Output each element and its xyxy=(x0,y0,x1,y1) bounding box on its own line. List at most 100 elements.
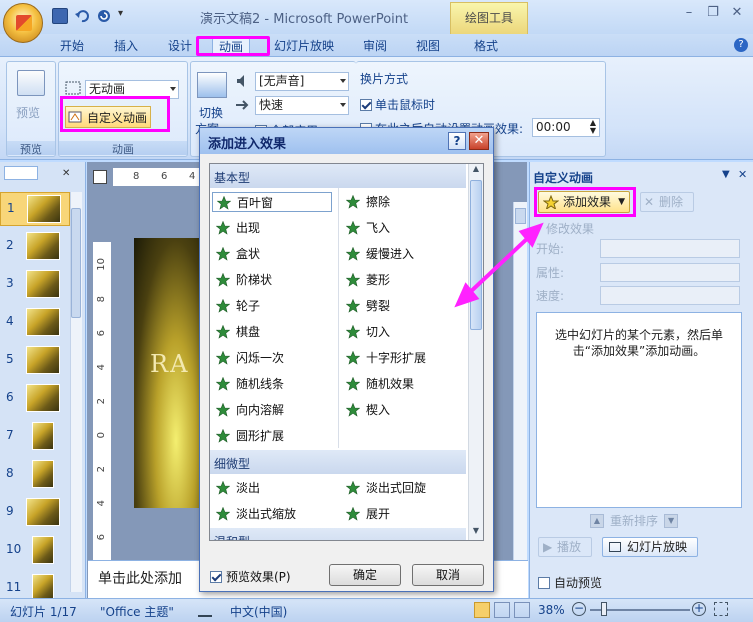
pane-menu-icon[interactable]: ▼ xyxy=(722,169,730,180)
undo-icon[interactable] xyxy=(74,8,90,24)
slide-thumb[interactable]: 7 xyxy=(0,420,70,454)
effect-item[interactable]: 飞入 xyxy=(342,218,462,238)
tab-format[interactable]: 格式 xyxy=(468,37,504,56)
dialog-help-button[interactable]: ? xyxy=(448,132,466,150)
tab-slideshow[interactable]: 幻灯片放映 xyxy=(268,37,340,56)
effect-item[interactable]: 十字形扩展 xyxy=(342,348,462,368)
remove-button[interactable]: ✕ 删除 xyxy=(640,192,694,212)
editor-scroll-thumb[interactable] xyxy=(515,208,526,224)
slideshow-icon xyxy=(609,542,621,552)
office-button[interactable] xyxy=(3,3,43,43)
slide-thumb[interactable]: 10 xyxy=(0,534,70,568)
slide-image[interactable]: RA xyxy=(134,238,204,508)
effect-item[interactable]: 擦除 xyxy=(342,192,462,212)
tab-stop-icon[interactable] xyxy=(93,170,107,184)
scroll-down-icon[interactable]: ▼ xyxy=(469,526,483,540)
dialog-close-button[interactable]: ✕ xyxy=(469,132,489,150)
slide-thumbnail-image xyxy=(32,422,54,450)
after-time-spinner[interactable]: 00:00 ▲ ▼ xyxy=(532,118,600,137)
autopreview-checkbox[interactable]: 自动预览 xyxy=(538,574,602,591)
property-dropdown[interactable] xyxy=(600,263,740,282)
effect-item[interactable]: 棋盘 xyxy=(212,322,332,342)
minimize-button[interactable]: – xyxy=(680,6,698,20)
effect-item[interactable]: 圆形扩展 xyxy=(212,426,332,446)
tab-review[interactable]: 审阅 xyxy=(357,37,393,56)
on-click-checkbox[interactable]: 单击鼠标时 xyxy=(360,96,435,113)
effect-item[interactable]: 切入 xyxy=(342,322,462,342)
effect-star-icon xyxy=(216,247,230,261)
slide-thumb[interactable]: 2 xyxy=(0,230,70,264)
effect-item[interactable]: 展开 xyxy=(342,504,462,524)
slide-thumb[interactable]: 9 xyxy=(0,496,70,530)
start-dropdown[interactable] xyxy=(600,239,740,258)
slides-scrollbar[interactable] xyxy=(70,192,82,592)
slideshow-button[interactable]: 幻灯片放映 xyxy=(602,537,698,557)
effect-item[interactable]: 随机效果 xyxy=(342,374,462,394)
redo-icon[interactable] xyxy=(96,8,112,24)
zoom-in-icon[interactable]: + xyxy=(692,602,706,616)
effect-item[interactable]: 阶梯状 xyxy=(212,270,332,290)
switch-scheme-label[interactable]: 切换 xyxy=(199,104,223,121)
slide-thumb[interactable]: 3 xyxy=(0,268,70,302)
effect-star-icon xyxy=(346,195,360,209)
tab-insert[interactable]: 插入 xyxy=(108,37,144,56)
effects-list-scrollbar[interactable]: ▲ ▼ xyxy=(468,164,483,540)
effect-item[interactable]: 楔入 xyxy=(342,400,462,420)
spell-check-icon[interactable] xyxy=(198,603,212,617)
pane-close-icon[interactable]: ✕ xyxy=(738,168,747,181)
effect-item[interactable]: 轮子 xyxy=(212,296,332,316)
effect-item[interactable]: 淡出 xyxy=(212,478,332,498)
category-subtle: 细微型 xyxy=(210,450,466,474)
normal-view-icon[interactable] xyxy=(474,602,490,618)
zoom-slider-thumb[interactable] xyxy=(601,602,607,616)
move-up-icon[interactable]: ▲ xyxy=(590,513,604,528)
restore-button[interactable]: ❐ xyxy=(704,6,722,20)
zoom-level[interactable]: 38% xyxy=(538,603,565,617)
play-button[interactable]: ▶ 播放 xyxy=(538,537,592,557)
slide-thumb[interactable]: 5 xyxy=(0,344,70,378)
fit-window-icon[interactable] xyxy=(714,602,728,616)
slideshow-view-icon[interactable] xyxy=(514,602,530,618)
slides-tab-icon[interactable] xyxy=(4,166,38,180)
effects-scroll-thumb[interactable] xyxy=(470,180,482,330)
speed-dropdown[interactable]: 快速 xyxy=(255,96,349,115)
effect-item[interactable]: 闪烁一次 xyxy=(212,348,332,368)
zoom-out-icon[interactable]: − xyxy=(572,602,586,616)
customize-qat-icon[interactable]: ▾ xyxy=(118,8,134,24)
preview-effect-checkbox[interactable]: 预览效果(P) xyxy=(210,568,291,585)
cancel-button[interactable]: 取消 xyxy=(412,564,484,586)
slide-thumb[interactable]: 6 xyxy=(0,382,70,416)
effect-item[interactable]: 缓慢进入 xyxy=(342,244,462,264)
play-icon: ▶ xyxy=(543,540,553,554)
effect-item[interactable]: 盒状 xyxy=(212,244,332,264)
scroll-up-icon[interactable]: ▲ xyxy=(469,164,483,178)
tab-view[interactable]: 视图 xyxy=(410,37,446,56)
save-icon[interactable] xyxy=(52,8,68,24)
effect-item[interactable]: 百叶窗 xyxy=(212,192,332,212)
help-icon[interactable]: ? xyxy=(728,34,753,53)
editor-scrollbar[interactable] xyxy=(513,202,527,560)
tab-home[interactable]: 开始 xyxy=(54,37,90,56)
slide-thumb[interactable]: 1 xyxy=(0,192,70,226)
effect-item[interactable]: 随机线条 xyxy=(212,374,332,394)
tab-design[interactable]: 设计 xyxy=(162,37,198,56)
speed-dropdown-pane[interactable] xyxy=(600,286,740,305)
slide-thumb[interactable]: 4 xyxy=(0,306,70,340)
effect-item[interactable]: 淡出式回旋 xyxy=(342,478,462,498)
sorter-view-icon[interactable] xyxy=(494,602,510,618)
effects-list[interactable]: 基本型 百叶窗 出现 盒状 阶梯状 轮子 棋盘 闪烁一次 随机线条 向内溶解 圆… xyxy=(209,163,484,541)
effect-item[interactable]: 出现 xyxy=(212,218,332,238)
preview-button[interactable]: 预览 xyxy=(16,104,40,121)
close-window-button[interactable]: ✕ xyxy=(728,6,746,20)
reorder-control: ▲ 重新排序 ▼ xyxy=(590,512,679,529)
effect-item[interactable]: 劈裂 xyxy=(342,296,462,316)
effect-item[interactable]: 淡出式缩放 xyxy=(212,504,332,524)
effect-item[interactable]: 向内溶解 xyxy=(212,400,332,420)
slides-scroll-thumb[interactable] xyxy=(71,208,81,318)
slide-thumb[interactable]: 8 xyxy=(0,458,70,492)
ok-button[interactable]: 确定 xyxy=(329,564,401,586)
close-pane-icon[interactable]: ✕ xyxy=(62,168,70,179)
sound-dropdown[interactable]: [无声音] xyxy=(255,72,349,91)
effect-item[interactable]: 菱形 xyxy=(342,270,462,290)
move-down-icon[interactable]: ▼ xyxy=(664,513,679,528)
